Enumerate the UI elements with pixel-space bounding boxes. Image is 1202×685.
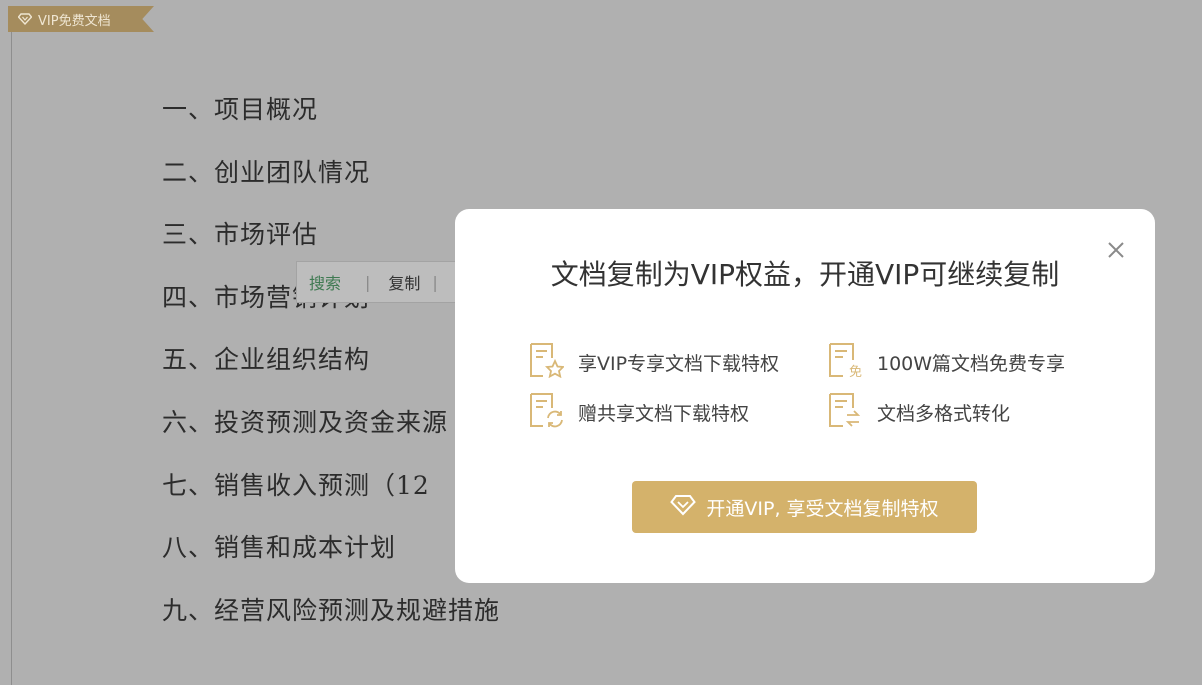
doc-line: 六、投资预测及资金来源	[162, 407, 449, 437]
benefit-item: 赠共享文档下载特权	[528, 392, 749, 433]
doc-line: 七、销售收入预测（12	[162, 470, 430, 500]
benefit-item: 文档多格式转化	[827, 392, 1010, 433]
document-refresh-icon	[528, 392, 578, 433]
diamond-icon	[18, 13, 32, 25]
benefit-text: 赠共享文档下载特权	[578, 403, 750, 425]
modal-title: 文档复制为VIP权益，开通VIP可继续复制	[550, 258, 1060, 291]
vip-free-doc-ribbon: VIP免费文档	[8, 6, 154, 32]
open-vip-button[interactable]: 开通VIP, 享受文档复制特权	[632, 481, 977, 533]
svg-text:免: 免	[849, 365, 862, 378]
benefit-item: 享VIP专享文档下载特权	[528, 342, 779, 383]
diamond-icon	[670, 494, 706, 521]
search-button[interactable]: 搜索	[309, 270, 341, 294]
vip-copy-modal: 文档复制为VIP权益，开通VIP可继续复制 享VIP专享文档下载特权 免 100…	[455, 209, 1155, 583]
benefit-text: 文档多格式转化	[877, 403, 1011, 425]
copy-button[interactable]: 复制	[388, 270, 420, 294]
document-star-icon	[528, 342, 578, 383]
benefit-text: 享VIP专享文档下载特权	[578, 353, 780, 375]
open-vip-label: 开通VIP, 享受文档复制特权	[706, 497, 939, 520]
document-convert-icon	[827, 392, 877, 433]
document-free-icon: 免	[827, 342, 877, 383]
doc-line: 一、项目概况	[162, 95, 319, 124]
selection-toolbar: 搜索 | 复制 |	[296, 261, 460, 303]
toolbar-separator: |	[432, 272, 438, 292]
document-content: 一、项目概况 二、创业团队情况 三、市场评估 四、市场营销计划 五、企业组织结构…	[162, 88, 500, 651]
doc-line: 九、经营风险预测及规避措施	[162, 595, 501, 625]
doc-line: 八、销售和成本计划	[162, 533, 397, 563]
ribbon-label: VIP免费文档	[38, 13, 111, 29]
doc-line: 二、创业团队情况	[162, 157, 371, 187]
toolbar-separator: |	[365, 272, 371, 292]
benefit-item: 免 100W篇文档免费专享	[827, 342, 1065, 383]
page-margin-line	[11, 32, 12, 685]
doc-line: 五、企业组织结构	[162, 345, 371, 375]
benefit-text: 100W篇文档免费专享	[877, 353, 1066, 375]
